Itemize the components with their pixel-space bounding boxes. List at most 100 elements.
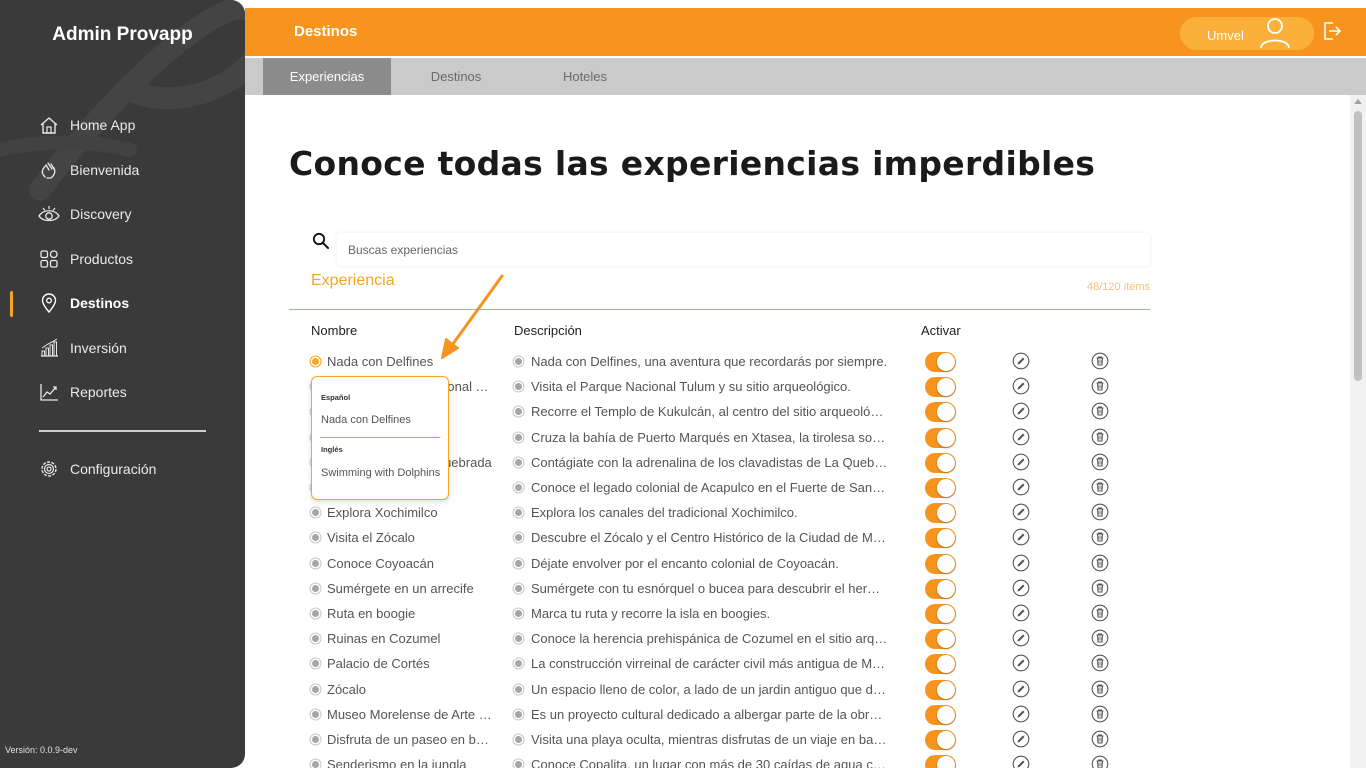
row-description: Explora los canales del tradicional Xoch… xyxy=(531,505,798,521)
row-name: Disfruta de un paseo en barco xyxy=(327,732,492,747)
activate-toggle[interactable] xyxy=(925,604,956,624)
sidebar-item-destinos[interactable]: Destinos xyxy=(0,281,245,326)
edit-icon[interactable] xyxy=(1012,705,1030,728)
column-header-description: Descripción xyxy=(514,323,582,338)
edit-icon[interactable] xyxy=(1012,629,1030,652)
activate-toggle[interactable] xyxy=(925,478,956,498)
table-row: Templo de KukulcánRecorre el Templo de K… xyxy=(0,399,1350,424)
table-row: Disfruta de un paseo en barco Visita una … xyxy=(0,727,1350,752)
edit-icon[interactable] xyxy=(1012,402,1030,425)
row-name: Ruinas en Cozumel xyxy=(327,631,441,647)
description-bullet xyxy=(515,610,522,617)
edit-icon[interactable] xyxy=(1012,428,1030,451)
delete-icon[interactable] xyxy=(1091,352,1109,375)
sidebar-item-bienvenida[interactable]: Bienvenida xyxy=(0,148,245,193)
activate-toggle[interactable] xyxy=(925,755,956,768)
edit-icon[interactable] xyxy=(1012,680,1030,703)
activate-toggle[interactable] xyxy=(925,730,956,750)
activate-toggle[interactable] xyxy=(925,629,956,650)
radio-button[interactable] xyxy=(312,710,319,718)
radio-button[interactable] xyxy=(312,660,319,668)
row-description: Conoce Copalita, un lugar con más de 30 … xyxy=(531,757,888,768)
activate-toggle[interactable] xyxy=(925,654,956,675)
radio-button[interactable] xyxy=(312,685,319,693)
scrollbar[interactable] xyxy=(1350,95,1366,768)
row-description: Conoce la herencia prehispánica de Cozum… xyxy=(531,631,888,647)
popover-divider xyxy=(320,437,440,438)
activate-toggle[interactable] xyxy=(925,528,956,549)
radio-button[interactable] xyxy=(312,610,319,617)
radio-button[interactable] xyxy=(312,534,319,542)
radio-button[interactable] xyxy=(312,509,319,517)
radio-button[interactable] xyxy=(312,736,319,743)
tab-hoteles[interactable]: Hoteles xyxy=(521,58,649,95)
search-input[interactable] xyxy=(337,233,1150,266)
table-row: Nada con Delfines Nada con Delfines, una … xyxy=(0,349,1350,374)
scrollbar-thumb[interactable] xyxy=(1354,111,1362,381)
radio-button[interactable] xyxy=(312,761,319,768)
edit-icon[interactable] xyxy=(1012,453,1030,476)
activate-toggle[interactable] xyxy=(925,679,956,700)
description-bullet xyxy=(515,534,522,542)
table-row: Zócalo Un espacio lleno de color, a lado … xyxy=(0,677,1350,702)
delete-icon[interactable] xyxy=(1091,705,1109,728)
description-bullet xyxy=(515,635,522,643)
delete-icon[interactable] xyxy=(1091,453,1109,476)
description-bullet xyxy=(515,736,522,743)
edit-icon[interactable] xyxy=(1012,604,1030,627)
edit-icon[interactable] xyxy=(1012,377,1030,400)
activate-toggle[interactable] xyxy=(925,427,956,448)
delete-icon[interactable] xyxy=(1091,402,1109,425)
activate-toggle[interactable] xyxy=(925,503,956,524)
activate-toggle[interactable] xyxy=(925,553,956,574)
edit-icon[interactable] xyxy=(1012,528,1030,551)
row-description: Visita una playa oculta, mientras disfru… xyxy=(531,732,888,747)
activate-toggle[interactable] xyxy=(925,704,956,725)
radio-button[interactable] xyxy=(312,559,319,567)
edit-icon[interactable] xyxy=(1012,654,1030,677)
description-bullet xyxy=(515,584,522,592)
sidebar-item-discovery[interactable]: Discovery xyxy=(0,192,245,237)
edit-icon[interactable] xyxy=(1012,503,1030,526)
user-menu-button[interactable]: Umvel xyxy=(1180,17,1314,50)
row-description: Sumérgete con tu esnórquel o bucea para … xyxy=(531,580,888,596)
main-heading: Conoce todas las experiencias imperdible… xyxy=(289,144,1096,183)
delete-icon[interactable] xyxy=(1091,528,1109,551)
radio-button[interactable] xyxy=(312,635,319,643)
tab-experiencias[interactable]: Experiencias xyxy=(263,58,391,95)
delete-icon[interactable] xyxy=(1091,579,1109,602)
edit-icon[interactable] xyxy=(1012,755,1030,768)
delete-icon[interactable] xyxy=(1091,554,1109,577)
delete-icon[interactable] xyxy=(1091,680,1109,703)
delete-icon[interactable] xyxy=(1091,654,1109,677)
edit-icon[interactable] xyxy=(1012,352,1030,375)
delete-icon[interactable] xyxy=(1091,629,1109,652)
activate-toggle[interactable] xyxy=(925,452,956,473)
delete-icon[interactable] xyxy=(1091,428,1109,451)
edit-icon[interactable] xyxy=(1012,554,1030,577)
scroll-up-arrow-icon[interactable] xyxy=(1354,99,1362,104)
edit-icon[interactable] xyxy=(1012,579,1030,602)
delete-icon[interactable] xyxy=(1091,730,1109,753)
tab-destinos[interactable]: Destinos xyxy=(391,58,521,95)
delete-icon[interactable] xyxy=(1091,503,1109,526)
row-name: Zócalo xyxy=(327,681,367,697)
radio-button[interactable] xyxy=(312,358,319,365)
activate-toggle[interactable] xyxy=(925,352,956,372)
activate-toggle[interactable] xyxy=(925,377,956,398)
logout-icon[interactable] xyxy=(1322,21,1342,46)
edit-icon[interactable] xyxy=(1012,730,1030,753)
sidebar-item-home-app[interactable]: Home App xyxy=(0,103,245,148)
radio-button[interactable] xyxy=(312,584,319,592)
activate-toggle[interactable] xyxy=(925,402,956,423)
delete-icon[interactable] xyxy=(1091,604,1109,627)
sidebar-item-label: Bienvenida xyxy=(70,161,140,178)
sidebar-item-productos[interactable]: Productos xyxy=(0,237,245,282)
row-description: Marca tu ruta y recorre la isla en boogi… xyxy=(531,606,771,621)
delete-icon[interactable] xyxy=(1091,377,1109,400)
delete-icon[interactable] xyxy=(1091,755,1109,768)
app-title: Admin Provapp xyxy=(52,24,193,45)
activate-toggle[interactable] xyxy=(925,578,956,599)
delete-icon[interactable] xyxy=(1091,478,1109,501)
edit-icon[interactable] xyxy=(1012,478,1030,501)
